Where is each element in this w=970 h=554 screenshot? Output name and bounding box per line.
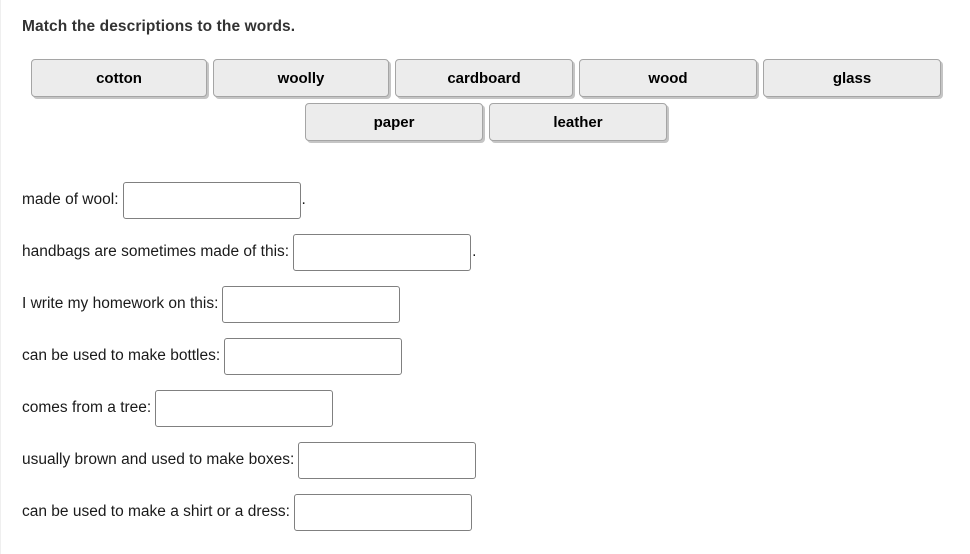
word-chip-glass[interactable]: glass — [763, 59, 941, 97]
word-bank-row-2: paper leather — [1, 103, 970, 141]
word-bank: cotton woolly cardboard wood glass paper… — [1, 59, 970, 147]
question-label: usually brown and used to make boxes: — [22, 451, 295, 468]
word-chip-woolly[interactable]: woolly — [213, 59, 389, 97]
question-list: made of wool: . handbags are sometimes m… — [22, 174, 952, 538]
answer-input-1[interactable] — [122, 181, 301, 219]
answer-input-5[interactable] — [155, 389, 334, 427]
answer-input-6[interactable] — [298, 441, 477, 479]
question-row: handbags are sometimes made of this: . — [22, 226, 952, 278]
question-trailing-punctuation: . — [472, 243, 477, 260]
word-chip-wood[interactable]: wood — [579, 59, 757, 97]
question-trailing-punctuation: . — [301, 191, 306, 208]
word-chip-cardboard[interactable]: cardboard — [395, 59, 573, 97]
word-chip-paper[interactable]: paper — [305, 103, 483, 141]
exercise-page: Match the descriptions to the words. cot… — [0, 0, 970, 554]
answer-input-7[interactable] — [293, 493, 472, 531]
word-chip-cotton[interactable]: cotton — [31, 59, 207, 97]
question-row: can be used to make bottles: — [22, 330, 952, 382]
question-label: can be used to make bottles: — [22, 347, 221, 364]
question-row: I write my homework on this: — [22, 278, 952, 330]
word-chip-leather[interactable]: leather — [489, 103, 667, 141]
question-row: usually brown and used to make boxes: — [22, 434, 952, 486]
question-label: can be used to make a shirt or a dress: — [22, 503, 290, 520]
question-label: comes from a tree: — [22, 399, 152, 416]
question-label: handbags are sometimes made of this: — [22, 243, 290, 260]
answer-input-3[interactable] — [222, 285, 401, 323]
question-row: comes from a tree: — [22, 382, 952, 434]
question-label: I write my homework on this: — [22, 295, 219, 312]
question-row: made of wool: . — [22, 174, 952, 226]
answer-input-4[interactable] — [224, 337, 403, 375]
page-title: Match the descriptions to the words. — [22, 18, 296, 35]
word-bank-row-1: cotton woolly cardboard wood glass — [1, 59, 970, 97]
question-row: can be used to make a shirt or a dress: — [22, 486, 952, 538]
question-label: made of wool: — [22, 191, 119, 208]
answer-input-2[interactable] — [293, 233, 472, 271]
